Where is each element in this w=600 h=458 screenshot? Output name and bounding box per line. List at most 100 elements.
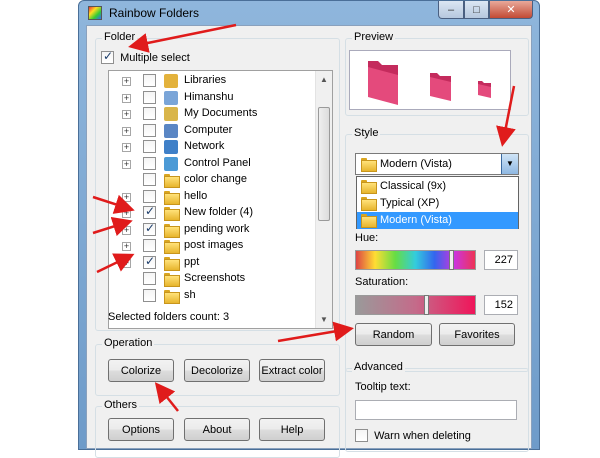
folder-icon [164,256,180,271]
minimize-icon: – [447,3,455,16]
expand-icon[interactable]: + [122,242,131,251]
operation-group-label: Operation [102,337,155,349]
tree-row-label: hello [184,189,208,202]
style-option-typical[interactable]: Typical (XP) [357,195,518,212]
expand-icon[interactable]: + [122,93,131,103]
style-option-label: Modern (Vista) [380,214,452,226]
tree-row-label: Computer [184,123,233,136]
tree-row-label: New folder (4) [184,206,254,218]
hue-slider[interactable] [355,250,476,270]
style-dropdown[interactable]: Modern (Vista) ▼ [355,153,519,175]
documents-icon [164,107,178,121]
minimize-button[interactable]: – [438,1,464,19]
tree-row-checkbox[interactable] [143,254,156,269]
tree-row-checkbox[interactable] [143,204,156,219]
tree-row[interactable]: + Control Panel [109,156,314,172]
expand-icon[interactable]: + [122,192,131,202]
tree-row-label: My Documents [184,107,258,119]
folder-icon [164,207,180,221]
multiple-select-checkbox[interactable]: Multiple select [101,49,190,64]
title-bar[interactable]: Rainbow Folders – □ ✕ [79,1,539,25]
saturation-slider-thumb[interactable] [424,295,429,315]
random-button[interactable]: Random [355,323,432,346]
warn-when-deleting-box[interactable] [355,429,368,442]
style-option-classical[interactable]: Classical (9x) [357,178,518,195]
tree-row-label: color change [184,173,247,185]
hue-slider-thumb[interactable] [449,250,454,270]
expand-icon[interactable]: + [122,159,131,169]
tree-row[interactable]: color change [109,172,314,188]
maximize-button[interactable]: □ [464,1,489,19]
tree-row-checkbox[interactable] [143,288,156,302]
expand-icon[interactable]: + [122,77,131,86]
folder-icon [164,289,180,304]
saturation-slider[interactable] [355,295,476,315]
maximize-icon: □ [473,3,480,16]
hue-label: Hue: [355,232,379,244]
scroll-thumb[interactable] [318,107,330,221]
tree-scrollbar[interactable]: ▲ ▼ [315,71,332,328]
tree-row-checkbox[interactable] [143,107,156,120]
saturation-value-field[interactable]: 152 [484,295,518,315]
style-option-label: Typical (XP) [380,197,440,209]
colorize-button[interactable]: Colorize [108,359,174,382]
computer-icon [164,123,178,138]
tooltip-text-input[interactable] [355,400,517,420]
preview-group-label: Preview [352,31,396,43]
chevron-down-icon[interactable]: ▼ [501,154,518,174]
warn-when-deleting-checkbox[interactable]: Warn when deleting [355,429,471,442]
tree-row[interactable]: + Network [109,139,314,155]
tree-row-checkbox[interactable] [143,90,156,104]
expand-icon[interactable]: + [122,225,131,235]
tree-row-checkbox[interactable] [143,140,156,153]
help-button[interactable]: Help [259,418,325,441]
tree-row[interactable]: + post images [109,238,314,254]
decolorize-button[interactable]: Decolorize [184,359,250,382]
dropdown-folder-icon [361,158,377,172]
expand-icon[interactable]: + [122,126,131,136]
style-dropdown-list[interactable]: Classical (9x) Typical (XP) Modern (Vist… [356,176,519,229]
options-button[interactable]: Options [108,418,174,441]
tree-row[interactable]: + Computer [109,123,314,139]
expand-icon[interactable]: + [122,258,131,268]
tree-row-checkbox[interactable] [143,189,156,203]
tree-row-checkbox[interactable] [143,272,156,285]
app-window: Rainbow Folders – □ ✕ Folder Multiple se… [78,0,540,458]
preview-folders [368,61,491,105]
about-button[interactable]: About [184,418,250,441]
scroll-down-icon[interactable]: ▼ [316,311,332,328]
tree-row-checkbox[interactable] [143,221,156,236]
hue-value-field[interactable]: 227 [484,250,518,270]
tree-row-checkbox[interactable] [143,74,156,87]
tree-row-checkbox[interactable] [143,173,156,186]
multiple-select-box[interactable] [101,49,114,64]
tree-row[interactable]: + My Documents [109,106,314,122]
folder-tree[interactable]: + Libraries + Himanshu + My Documents + Compute… [108,70,333,329]
tree-row[interactable]: + ppt [109,254,314,271]
tree-row[interactable]: + Libraries [109,73,314,89]
saturation-label: Saturation: [355,276,409,288]
selected-count-text: Selected folders count: 3 [108,311,230,323]
close-button[interactable]: ✕ [489,1,533,19]
expand-icon[interactable]: + [122,209,131,218]
tree-row[interactable]: + pending work [109,221,314,238]
expand-icon[interactable]: + [122,143,131,152]
expand-icon[interactable]: + [122,110,131,119]
tree-row-checkbox[interactable] [143,156,156,170]
favorites-button[interactable]: Favorites [439,323,515,346]
folder-icon [361,214,377,228]
folder-icon [361,180,377,194]
tree-row[interactable]: + New folder (4) [109,204,314,221]
scroll-up-icon[interactable]: ▲ [316,71,332,88]
others-group-label: Others [102,399,140,411]
style-option-label: Classical (9x) [380,180,447,192]
extract-color-button[interactable]: Extract color [259,359,325,382]
preview-folder-large-icon [368,61,398,105]
style-option-modern[interactable]: Modern (Vista) [357,212,518,229]
tree-row-checkbox[interactable] [143,123,156,137]
tree-row[interactable]: + Himanshu [109,90,314,106]
tree-row[interactable]: + hello [109,189,314,205]
tree-row[interactable]: Screenshots [109,271,314,287]
tree-row-checkbox[interactable] [143,239,156,252]
tree-row[interactable]: sh [109,288,314,304]
